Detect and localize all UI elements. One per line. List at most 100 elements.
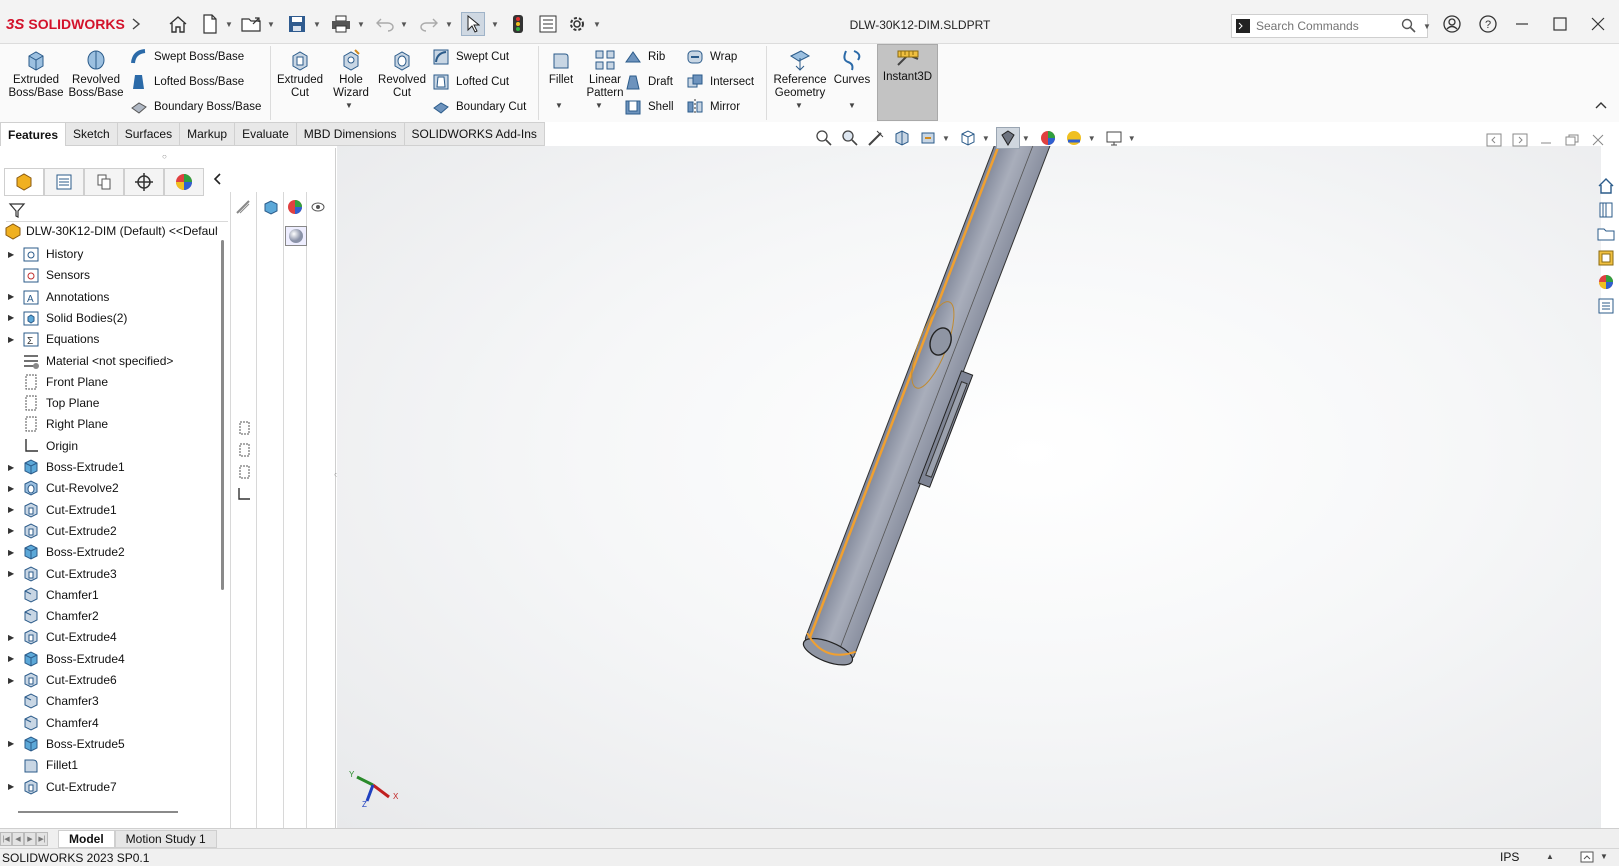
select-dropdown-icon[interactable]: ▼: [490, 12, 500, 36]
collapse-ribbon-icon[interactable]: [1595, 100, 1607, 110]
mirror-button[interactable]: Mirror: [686, 96, 740, 118]
redo-dropdown-icon[interactable]: ▼: [444, 12, 454, 36]
save-dropdown-icon[interactable]: ▼: [312, 12, 322, 36]
front-plane-visibility-icon[interactable]: [236, 420, 252, 436]
tree-node-equations[interactable]: ▶ Σ Equations: [0, 328, 226, 350]
account-icon[interactable]: [1438, 12, 1466, 36]
tree-node-cut-extrude2[interactable]: ▶ Cut-Extrude2: [0, 520, 226, 542]
redo-icon[interactable]: [417, 12, 441, 36]
fillet-button[interactable]: Fillet: [542, 48, 580, 87]
next-tab-nav-icon[interactable]: ▶: [24, 831, 36, 846]
boundary-boss-button[interactable]: Boundary Boss/Base: [130, 96, 261, 118]
tree-horizontal-scrollbar[interactable]: [18, 811, 178, 813]
part-model-view[interactable]: [337, 146, 1601, 828]
tree-node-origin[interactable]: Origin: [0, 435, 226, 457]
tab-solidworks-addins[interactable]: SOLIDWORKS Add-Ins: [404, 122, 545, 146]
search-commands-box[interactable]: ▼: [1231, 14, 1431, 38]
tree-node-top-plane[interactable]: Top Plane: [0, 392, 226, 414]
custom-properties-icon[interactable]: [1594, 294, 1618, 318]
tree-node-boss-extrude1[interactable]: ▶ Boss-Extrude1: [0, 456, 226, 478]
expand-arrow-icon[interactable]: ▶: [8, 526, 22, 535]
tree-node-chamfer2[interactable]: Chamfer2: [0, 605, 226, 627]
display-style-icon[interactable]: [995, 127, 1020, 149]
expand-arrow-icon[interactable]: ▶: [8, 335, 22, 344]
tab-evaluate[interactable]: Evaluate: [235, 122, 297, 146]
expand-arrow-icon[interactable]: ▶: [8, 654, 22, 663]
tree-node-annotations[interactable]: ▶ A Annotations: [0, 286, 226, 308]
tab-features[interactable]: Features: [0, 122, 67, 146]
new-document-icon[interactable]: [198, 12, 222, 36]
extruded-boss-button[interactable]: Extruded Boss/Base: [9, 48, 64, 100]
appearance-color-column-icon[interactable]: [286, 199, 304, 215]
tab-surfaces[interactable]: Surfaces: [117, 122, 181, 146]
reference-geometry-button[interactable]: Reference Geometry: [770, 48, 830, 100]
expand-arrow-icon[interactable]: ▶: [8, 676, 22, 685]
reference-geometry-dropdown-icon[interactable]: ▼: [795, 101, 803, 110]
hole-wizard-button[interactable]: Hole Wizard: [328, 48, 374, 100]
appearances-scenes-icon[interactable]: [1594, 270, 1618, 294]
rebuild-traffic-light-icon[interactable]: [506, 12, 530, 36]
right-plane-visibility-icon[interactable]: [236, 464, 252, 480]
dynamic-annotation-view-icon[interactable]: [916, 127, 940, 149]
viewport-next-icon[interactable]: [1512, 133, 1528, 147]
origin-visibility-icon[interactable]: [236, 486, 252, 502]
revolved-boss-button[interactable]: Revolved Boss/Base: [68, 48, 124, 100]
display-style-dropdown-icon[interactable]: ▼: [1022, 134, 1030, 143]
fillet-dropdown-icon[interactable]: ▼: [555, 101, 563, 110]
last-tab-nav-icon[interactable]: ▶|: [36, 831, 48, 846]
expand-arrow-icon[interactable]: ▶: [8, 569, 22, 578]
cut-group-dropdown-icon[interactable]: ▼: [345, 101, 353, 110]
solidworks-logo[interactable]: 3S SOLIDWORKS: [6, 13, 125, 35]
expand-arrow-icon[interactable]: ▶: [8, 463, 22, 472]
first-tab-nav-icon[interactable]: |◀: [0, 831, 12, 846]
solidworks-resources-icon[interactable]: [1594, 174, 1618, 198]
print-dropdown-icon[interactable]: ▼: [356, 12, 366, 36]
design-library-icon[interactable]: [1594, 198, 1618, 222]
tree-node-right-plane[interactable]: Right Plane: [0, 413, 226, 435]
filter-funnel-icon[interactable]: [8, 201, 26, 219]
search-input[interactable]: [1256, 19, 1401, 33]
tree-node-chamfer1[interactable]: Chamfer1: [0, 584, 226, 606]
view-orientation-dropdown-icon[interactable]: ▼: [982, 134, 990, 143]
expand-arrow-icon[interactable]: ▶: [8, 250, 22, 259]
maximize-icon[interactable]: [1546, 12, 1574, 36]
tree-node-cut-extrude6[interactable]: ▶ Cut-Extrude6: [0, 669, 226, 691]
boundary-cut-button[interactable]: Boundary Cut: [432, 96, 526, 118]
shell-button[interactable]: Shell: [624, 96, 674, 118]
view-orientation-icon[interactable]: [956, 127, 980, 149]
viewport-restore-icon[interactable]: [1564, 133, 1580, 147]
expand-arrow-icon[interactable]: ▶: [8, 633, 22, 642]
viewport-minimize-icon[interactable]: [1538, 133, 1554, 147]
previous-view-icon[interactable]: [864, 127, 888, 149]
swept-boss-button[interactable]: Swept Boss/Base: [130, 46, 244, 68]
viewport-close-icon[interactable]: [1590, 133, 1606, 147]
expand-arrow-icon[interactable]: ▶: [8, 313, 22, 322]
view-settings-icon[interactable]: [1102, 127, 1126, 149]
select-cursor-icon[interactable]: [461, 12, 485, 36]
file-explorer-icon[interactable]: [1594, 222, 1618, 246]
display-manager-tab[interactable]: [164, 168, 204, 196]
tree-node-front-plane[interactable]: Front Plane: [0, 371, 226, 393]
property-manager-tab[interactable]: [44, 168, 84, 196]
tree-node-sensors[interactable]: Sensors: [0, 264, 226, 286]
options-gear-icon[interactable]: [565, 12, 589, 36]
tree-node-solid-bodies-2[interactable]: ▶ Solid Bodies(2): [0, 307, 226, 329]
tab-model[interactable]: Model: [58, 829, 115, 848]
expand-arrow-icon[interactable]: ▶: [8, 292, 22, 301]
tree-filter[interactable]: [6, 198, 228, 222]
lofted-cut-button[interactable]: Lofted Cut: [432, 71, 509, 93]
help-icon[interactable]: ?: [1474, 12, 1502, 36]
view-settings-dropdown-icon[interactable]: ▼: [1128, 134, 1136, 143]
tree-root[interactable]: DLW-30K12-DIM (Default) <<Default>: [4, 220, 218, 242]
panel-splitter-handle[interactable]: ○: [162, 152, 167, 161]
tab-motion-study[interactable]: Motion Study 1: [114, 829, 217, 848]
revolved-cut-button[interactable]: Revolved Cut: [376, 48, 428, 100]
print-icon[interactable]: [329, 12, 353, 36]
tree-node-cut-revolve2[interactable]: ▶ Cut-Revolve2: [0, 477, 226, 499]
undo-dropdown-icon[interactable]: ▼: [399, 12, 409, 36]
tree-node-material-not-specified[interactable]: Material <not specified>: [0, 350, 226, 372]
save-icon[interactable]: [285, 12, 309, 36]
unit-system[interactable]: IPS: [1500, 850, 1519, 864]
dynamic-annotation-dropdown-icon[interactable]: ▼: [942, 134, 950, 143]
lofted-boss-button[interactable]: Lofted Boss/Base: [130, 71, 244, 93]
